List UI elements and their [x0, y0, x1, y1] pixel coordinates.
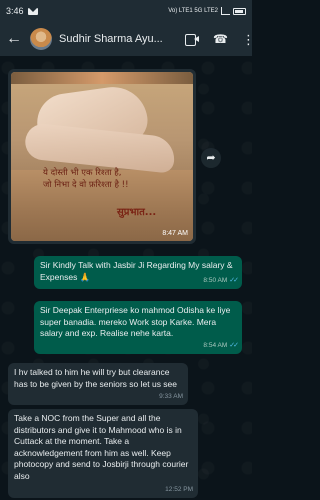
message-text: I hv talked to him he will try but clear… — [14, 367, 178, 389]
video-call-icon[interactable] — [185, 34, 200, 46]
more-vertical-icon[interactable]: ⋮ — [242, 33, 255, 46]
contact-name[interactable]: Sudhir Sharma Ayu... — [59, 33, 177, 45]
avatar[interactable] — [30, 28, 52, 50]
outgoing-message[interactable]: Sir Deepak Enterpriese ko mahmod Odisha … — [34, 301, 242, 354]
image-message[interactable]: ये दोस्ती भी एक रिश्ता है, जो निभा दे वो… — [8, 69, 196, 244]
image-text-line: सुप्रभात... — [117, 207, 157, 218]
phone-call-icon[interactable]: ☎ — [213, 32, 228, 46]
gmail-icon — [27, 7, 38, 15]
network-indicators: Vo) LTE1 5G LTE2 — [168, 8, 218, 14]
outgoing-message[interactable]: Sir Kindly Talk with Jasbir Ji Regarding… — [34, 256, 242, 289]
double-check-icon: ✓✓ — [229, 341, 239, 349]
message-text: Take a NOC from the Super and all the di… — [14, 413, 189, 481]
forward-icon[interactable]: ➦ — [201, 148, 221, 168]
chat-area[interactable]: ये दोस्ती भी एक रिश्ता है, जो निभा दे वो… — [0, 56, 252, 500]
incoming-message[interactable]: I hv talked to him he will try but clear… — [8, 363, 188, 405]
incoming-message[interactable]: Take a NOC from the Super and all the di… — [8, 409, 198, 498]
chat-header: ← Sudhir Sharma Ayu... ☎ ⋮ — [0, 22, 255, 56]
arrow-left-icon[interactable]: ← — [6, 30, 24, 48]
status-bar: 3:46 Vo) LTE1 5G LTE2 — [0, 0, 252, 22]
message-image[interactable]: ये दोस्ती भी एक रिश्ता है, जो निभा दे वो… — [11, 72, 193, 241]
message-time: 12:52 PM — [165, 485, 193, 493]
message-time: 9:33 AM — [159, 392, 183, 400]
status-time: 3:46 — [6, 6, 24, 16]
signal-icon — [221, 7, 230, 15]
message-text: Sir Deepak Enterpriese ko mahmod Odisha … — [40, 305, 231, 338]
image-text-line: ये दोस्ती भी एक रिश्ता है, — [43, 168, 122, 178]
message-time: 8:47 AM — [162, 230, 188, 237]
message-time: 8:54 AM — [203, 341, 228, 349]
message-time: 8:50 AM — [203, 276, 228, 284]
double-check-icon: ✓✓ — [229, 276, 239, 284]
image-text-line: जो निभा दे वो फ़रिश्ता है !! — [43, 180, 129, 190]
battery-icon — [233, 7, 246, 15]
